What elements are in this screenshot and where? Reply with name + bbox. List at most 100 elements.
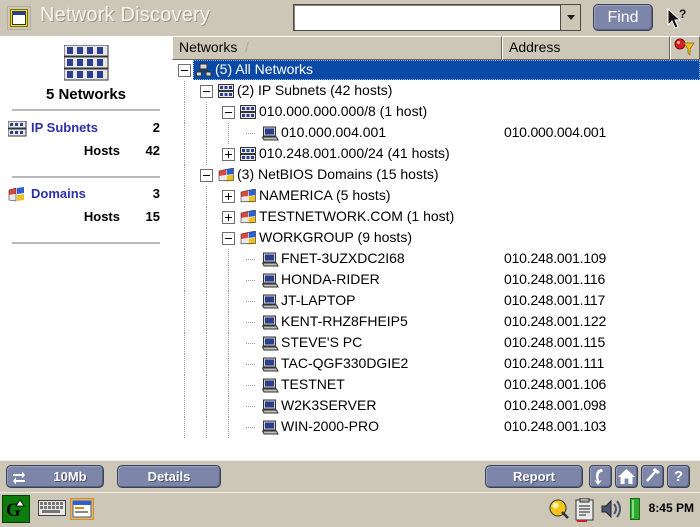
refresh-button[interactable] (589, 465, 612, 488)
sidebar-value-domains: 3 (152, 186, 160, 201)
tree-guide-line (184, 123, 185, 144)
svg-text:?: ? (679, 7, 686, 21)
search-input[interactable] (293, 4, 581, 31)
tree-guide-line (184, 375, 185, 396)
column-label-networks: Networks (179, 39, 238, 55)
clipboard-icon[interactable] (575, 498, 595, 522)
column-header-filter[interactable] (670, 36, 700, 60)
volume-icon[interactable] (600, 498, 626, 520)
tree-row[interactable]: (5) All Networks (172, 60, 700, 81)
tree-guide-line (228, 249, 229, 270)
network-tree[interactable]: (5) All Networks (2) IP Subnets (42 hosts… (172, 60, 700, 460)
tree-expander[interactable] (222, 232, 235, 245)
title-bar: Network Discovery Find ? (0, 0, 700, 36)
tree-row-address: 010.248.001.106 (504, 376, 607, 392)
computer-icon (261, 336, 279, 351)
tree-row[interactable]: 010.248.001.000/24 (41 hosts) (172, 144, 700, 165)
tree-guide-line (184, 228, 185, 249)
tree-guide-line (206, 228, 207, 249)
sidebar-item-domains[interactable]: Domains 3 (0, 186, 172, 204)
tree-row-label: STEVE'S PC (281, 334, 363, 350)
tree-guide-line (246, 133, 256, 134)
details-button[interactable]: Details (117, 465, 221, 488)
column-header-address[interactable]: Address (502, 36, 670, 60)
find-button[interactable]: Find (593, 4, 653, 31)
page-title: Network Discovery (40, 4, 211, 26)
tree-row[interactable]: STEVE'S PC 010.248.001.115 (172, 333, 700, 354)
tree-row[interactable]: TESTNET 010.248.001.106 (172, 375, 700, 396)
tree-row[interactable]: KENT-RHZ8FHEIP5 010.248.001.122 (172, 312, 700, 333)
brightness-icon[interactable] (548, 498, 570, 520)
tools-button[interactable] (641, 465, 664, 488)
computer-icon (261, 294, 279, 309)
taskbar-clock: 8:45 PM (648, 501, 694, 515)
tree-guide-line (206, 417, 207, 438)
tree-expander[interactable] (178, 64, 191, 77)
tree-row-label: WORKGROUP (9 hosts) (259, 229, 412, 245)
tree-guide-line (206, 333, 207, 354)
sidebar-divider-1 (12, 109, 160, 112)
sidebar-label-domains: Domains (31, 186, 86, 201)
sidebar-label-ip-hosts: Hosts (83, 143, 120, 158)
tree-row[interactable]: HONDA-RIDER 010.248.001.116 (172, 270, 700, 291)
domains-icon (240, 230, 256, 245)
tree-row[interactable]: (3) NetBIOS Domains (15 hosts) (172, 165, 700, 186)
tree-row[interactable]: JT-LAPTOP 010.248.001.117 (172, 291, 700, 312)
tree-expander[interactable] (200, 169, 213, 182)
tree-expander[interactable] (222, 106, 235, 119)
tree-row[interactable]: FNET-3UZXDC2I68 010.248.001.109 (172, 249, 700, 270)
floppy-disk-icon (7, 6, 31, 30)
domains-icon (8, 187, 24, 202)
tree-expander[interactable] (200, 85, 213, 98)
app-window-icon[interactable] (70, 498, 94, 520)
networks-count-label: 5 Networks (45, 86, 127, 103)
sidebar-value-ip-hosts: 42 (145, 143, 160, 158)
tree-column-header: Networks / Address (172, 36, 700, 60)
report-button[interactable]: Report (485, 465, 583, 488)
link-speed-button[interactable]: 10Mb (6, 465, 104, 488)
keyboard-icon[interactable] (38, 498, 66, 518)
tree-row[interactable]: W2K3SERVER 010.248.001.098 (172, 396, 700, 417)
tree-guide-line (246, 343, 256, 344)
start-button-icon[interactable]: G (2, 495, 30, 523)
taskbar: G 8:45 PM (0, 492, 700, 526)
hammer-icon (646, 468, 660, 482)
tree-guide-line (184, 165, 185, 186)
tree-expander[interactable] (222, 211, 235, 224)
tree-row[interactable]: NAMERICA (5 hosts) (172, 186, 700, 207)
tree-guide-line (184, 186, 185, 207)
tree-row-label: W2K3SERVER (281, 397, 377, 413)
tree-row[interactable]: TAC-QGF330DGIE2 010.248.001.111 (172, 354, 700, 375)
computer-icon (261, 357, 279, 372)
tree-guide-line (246, 385, 256, 386)
sidebar-item-ip-subnets[interactable]: IP Subnets 2 (0, 120, 172, 138)
tree-row[interactable]: WORKGROUP (9 hosts) (172, 228, 700, 249)
chevron-down-icon[interactable] (560, 5, 580, 30)
tree-row[interactable]: WIN-2000-PRO 010.248.001.103 (172, 417, 700, 438)
help-button[interactable]: ? (667, 465, 690, 488)
tree-guide-line (228, 375, 229, 396)
tree-row[interactable]: 010.000.000.000/8 (1 host) (172, 102, 700, 123)
tree-row[interactable]: 010.000.004.001 010.000.004.001 (172, 123, 700, 144)
tree-row[interactable]: (2) IP Subnets (42 hosts) (172, 81, 700, 102)
tree-expander[interactable] (222, 190, 235, 203)
tree-expander[interactable] (222, 148, 235, 161)
tree-guide-line (206, 354, 207, 375)
tree-row[interactable]: TESTNETWORK.COM (1 host) (172, 207, 700, 228)
home-button[interactable] (615, 465, 638, 488)
column-header-networks[interactable]: Networks / (172, 36, 502, 60)
refresh-icon (594, 469, 603, 485)
tree-guide-line (184, 270, 185, 291)
tree-guide-line (206, 270, 207, 291)
sidebar-value-ip-subnets: 2 (152, 120, 160, 135)
computer-icon (261, 315, 279, 330)
tree-guide-line (228, 312, 229, 333)
battery-icon[interactable] (630, 498, 642, 520)
tree-guide-line (184, 207, 185, 228)
sidebar-value-domain-hosts: 15 (145, 209, 160, 224)
computer-icon (261, 126, 279, 141)
tree-row-address: 010.248.001.098 (504, 397, 607, 413)
help-pointer-icon[interactable]: ? (664, 7, 690, 31)
bottom-toolbar: 10Mb Details Report ? (0, 460, 700, 493)
tree-guide-line (228, 291, 229, 312)
